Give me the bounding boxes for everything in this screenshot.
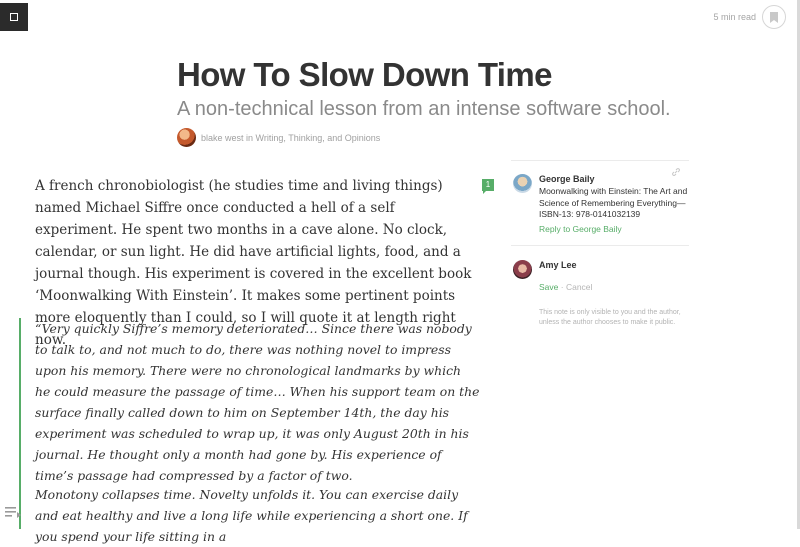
- note-item: George Baily Moonwalking with Einstein: …: [511, 161, 689, 245]
- block-quote-paragraph: Monotony collapses time. Novelty unfolds…: [35, 487, 468, 544]
- article-subtitle: A non-technical lesson from an intense s…: [177, 98, 671, 120]
- logo-button[interactable]: [0, 3, 28, 31]
- note-content: George Baily Moonwalking with Einstein: …: [539, 174, 689, 234]
- cancel-button[interactable]: Cancel: [566, 282, 592, 292]
- square-logo-icon: [10, 13, 18, 21]
- note-author[interactable]: Amy Lee: [539, 260, 577, 270]
- note-count-badge[interactable]: 1: [482, 179, 494, 194]
- actions-separator: ·: [560, 282, 564, 292]
- table-of-contents-icon[interactable]: [5, 506, 21, 518]
- block-quote-paragraph: “Very quickly Siffre’s memory deteriorat…: [35, 321, 480, 483]
- article-title: How To Slow Down Time: [177, 56, 552, 93]
- link-icon[interactable]: [671, 167, 681, 177]
- privacy-notice: This note is only visible to you and the…: [539, 309, 681, 326]
- author-avatar[interactable]: [177, 128, 196, 147]
- note-content: Amy Lee: [539, 260, 577, 270]
- bookmark-icon: [770, 11, 778, 23]
- note-author[interactable]: George Baily: [539, 174, 689, 184]
- read-time-label: 5 min read: [713, 12, 756, 22]
- notes-panel: George Baily Moonwalking with Einstein: …: [511, 160, 689, 279]
- avatar[interactable]: [513, 174, 532, 193]
- bookmark-button[interactable]: [762, 5, 786, 29]
- avatar[interactable]: [513, 259, 532, 279]
- byline-text[interactable]: blake west in Writing, Thinking, and Opi…: [201, 133, 380, 143]
- note-actions: Save · Cancel: [539, 282, 592, 292]
- byline: blake west in Writing, Thinking, and Opi…: [177, 128, 380, 147]
- quote-bar: [19, 318, 21, 529]
- reply-link[interactable]: Reply to George Baily: [539, 224, 689, 234]
- note-text: Moonwalking with Einstein: The Art and S…: [539, 186, 688, 219]
- note-item: Amy Lee: [511, 246, 689, 279]
- save-button[interactable]: Save: [539, 282, 558, 292]
